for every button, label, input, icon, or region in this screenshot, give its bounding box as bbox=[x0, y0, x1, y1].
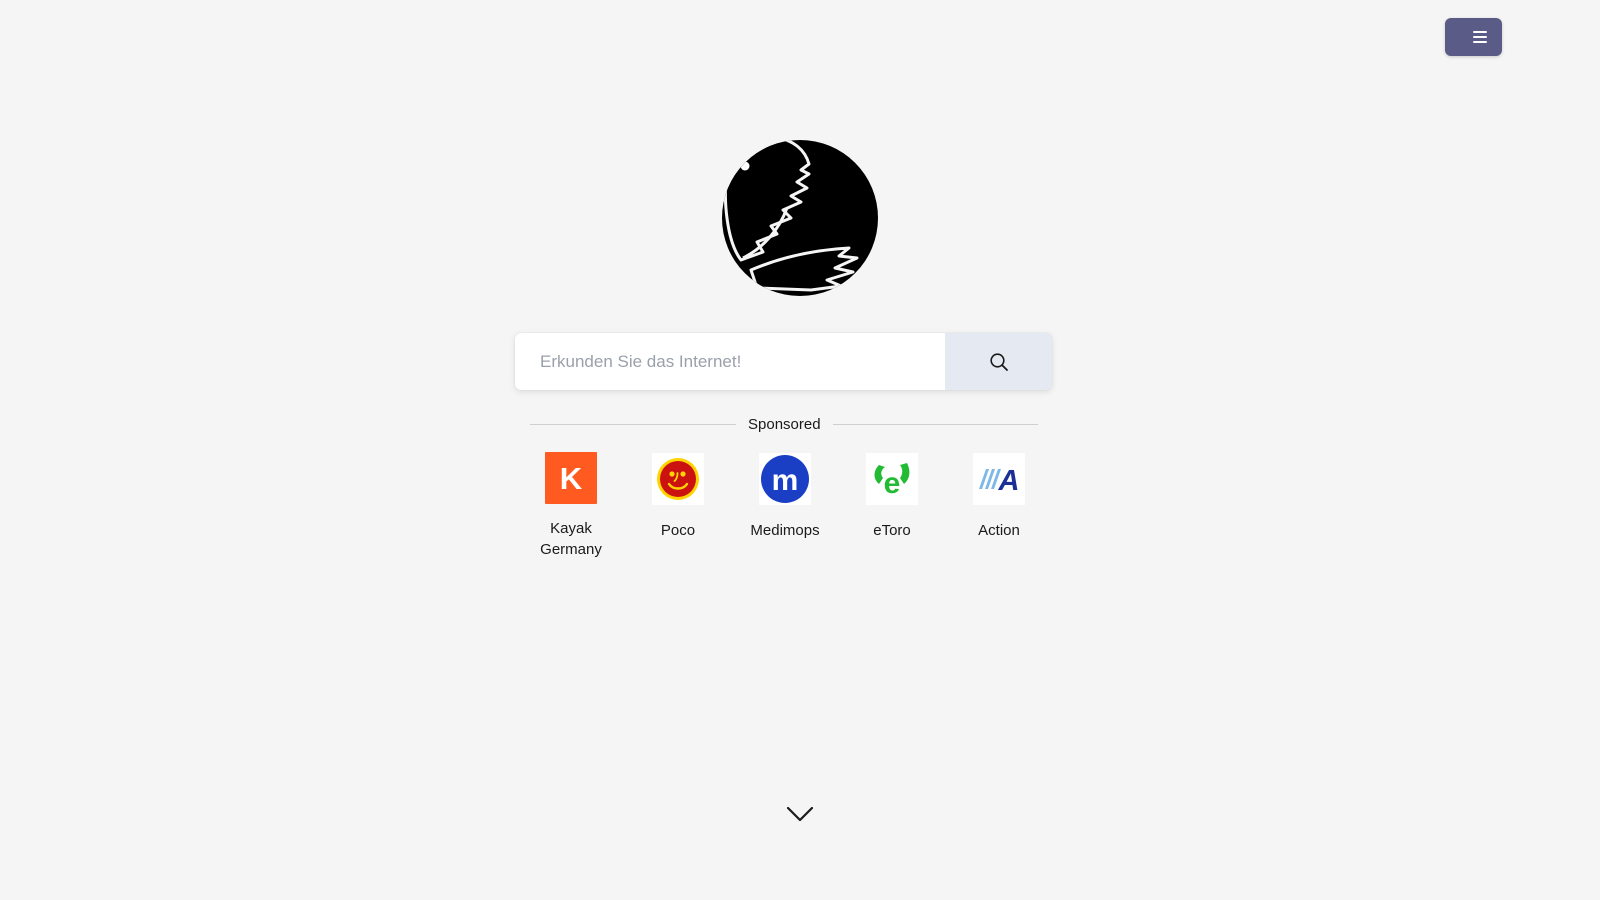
scroll-down-button[interactable] bbox=[784, 800, 816, 828]
hamburger-icon bbox=[1472, 31, 1487, 43]
search-icon bbox=[989, 352, 1008, 371]
svg-text:K: K bbox=[560, 461, 583, 496]
sponsored-header: Sponsored bbox=[530, 414, 1038, 435]
bird-silhouette-logo bbox=[722, 140, 878, 296]
etoro-logo: e bbox=[863, 450, 921, 508]
search-bar bbox=[515, 333, 1052, 390]
svg-text:m: m bbox=[772, 464, 799, 497]
poco-logo bbox=[649, 450, 707, 508]
chevron-down-icon bbox=[786, 806, 814, 822]
sponsored-tile-label: Medimops bbox=[750, 522, 820, 539]
divider-left bbox=[530, 424, 736, 425]
sponsored-tile-poco[interactable]: Poco bbox=[637, 450, 719, 560]
medimops-logo: m bbox=[756, 450, 814, 508]
search-submit-button[interactable] bbox=[945, 333, 1052, 390]
action-logo: A bbox=[970, 450, 1028, 508]
sponsored-tile-label: Kayak Germany bbox=[540, 520, 602, 558]
sponsored-tile-label: Poco bbox=[660, 522, 696, 539]
menu-button[interactable] bbox=[1445, 18, 1502, 56]
search-input[interactable] bbox=[515, 333, 945, 390]
svg-text:A: A bbox=[998, 465, 1020, 497]
kayak-logo: K bbox=[542, 450, 600, 506]
sponsored-tile-etoro[interactable]: e eToro bbox=[851, 450, 933, 560]
site-logo bbox=[717, 130, 883, 296]
sponsored-label: Sponsored bbox=[748, 416, 821, 433]
sponsored-tile-kayak[interactable]: K Kayak Germany bbox=[530, 450, 612, 560]
sponsored-tile-medimops[interactable]: m Medimops bbox=[744, 450, 826, 560]
sponsored-tile-label: eToro bbox=[873, 522, 911, 539]
page-root: Sponsored K Kayak Germany bbox=[0, 0, 1600, 900]
sponsored-tile-label: Action bbox=[978, 522, 1020, 539]
sponsored-tile-action[interactable]: A Action bbox=[958, 450, 1040, 560]
svg-text:e: e bbox=[884, 467, 901, 500]
divider-right bbox=[832, 424, 1038, 425]
sponsored-tiles: K Kayak Germany Poco m Medimops e eToro … bbox=[530, 450, 1040, 560]
